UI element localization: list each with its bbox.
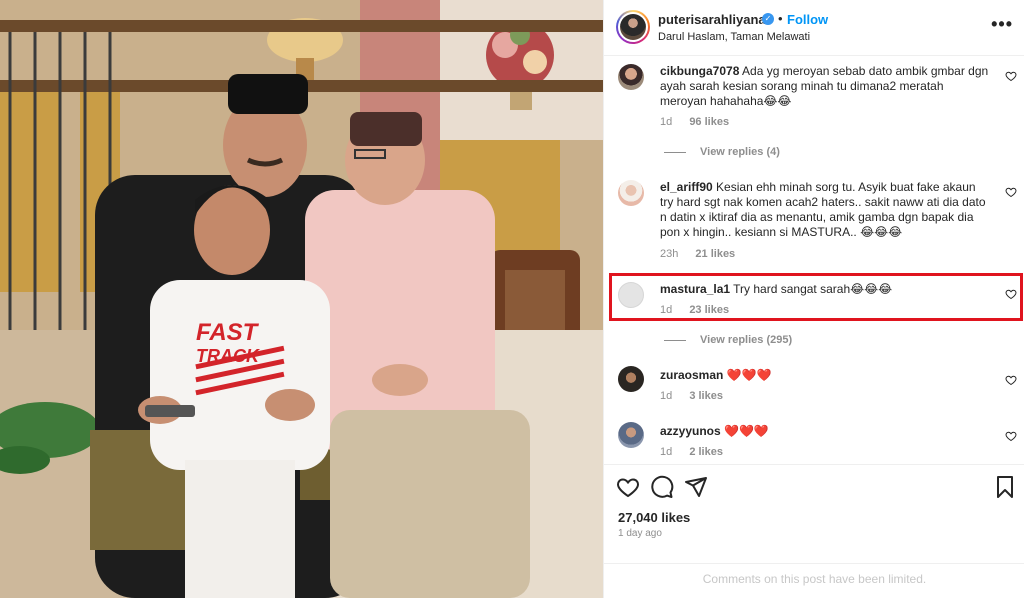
view-replies-button[interactable]: View replies (4) — [664, 146, 780, 158]
comment-like-heart-icon[interactable] — [1005, 186, 1017, 198]
comments-list[interactable]: cikbunga7078 Ada yg meroyan sebab dato a… — [604, 56, 1024, 464]
commenter-username[interactable]: el_ariff90 — [660, 180, 713, 194]
shirt-text-fast: FAST — [196, 319, 260, 346]
author-username[interactable]: puterisarahliyana — [658, 12, 766, 27]
comment-likes[interactable]: 2 likes — [689, 446, 723, 458]
highlight-annotation-box — [609, 273, 1023, 321]
comment-like-heart-icon[interactable] — [1005, 70, 1017, 82]
bookmark-icon[interactable] — [993, 475, 1017, 499]
comment-likes[interactable]: 21 likes — [695, 248, 735, 260]
post-likes-count[interactable]: 27,040 likes — [618, 510, 690, 525]
commenter-avatar[interactable] — [618, 366, 644, 392]
commenter-username[interactable]: azzyyunos — [660, 424, 721, 438]
view-replies-button[interactable]: View replies (295) — [664, 334, 792, 346]
verified-badge-icon: ✓ — [762, 13, 774, 25]
commenter-username[interactable]: zuraosman — [660, 368, 723, 382]
comment-like-heart-icon[interactable] — [1005, 374, 1017, 386]
comment-time: 23h — [660, 248, 679, 260]
shirt-text-track: TRACK — [196, 346, 261, 366]
comment-likes[interactable]: 96 likes — [689, 116, 729, 128]
comment-text: ❤️❤️❤️ — [724, 424, 769, 438]
comments-limited-notice: Comments on this post have been limited. — [604, 563, 1024, 598]
post-date: 1 day ago — [618, 528, 662, 539]
author-avatar[interactable] — [616, 10, 650, 44]
post-location[interactable]: Darul Haslam, Taman Melawati — [658, 31, 810, 43]
more-options-icon[interactable]: ••• — [991, 14, 1013, 35]
post-header: puterisarahliyana ✓ • Follow Darul Hasla… — [604, 0, 1024, 56]
separator-dot: • — [778, 11, 783, 26]
post-photo: FAST TRACK — [0, 0, 603, 598]
comment-icon[interactable] — [650, 475, 674, 499]
follow-button[interactable]: Follow — [787, 12, 828, 27]
comment-time: 1d — [660, 116, 673, 128]
comment-text: ❤️❤️❤️ — [726, 368, 772, 382]
comment-time: 1d — [660, 390, 673, 402]
photo-illustration: FAST TRACK — [0, 0, 603, 598]
comment-time: 1d — [660, 446, 673, 458]
commenter-username[interactable]: cikbunga7078 — [660, 64, 739, 78]
commenter-avatar[interactable] — [618, 422, 644, 448]
commenter-avatar[interactable] — [618, 180, 644, 206]
post-actions: 27,040 likes 1 day ago Comments on this … — [604, 464, 1024, 598]
comment-likes[interactable]: 3 likes — [689, 390, 723, 402]
like-heart-icon[interactable] — [616, 475, 640, 499]
share-icon[interactable] — [684, 475, 708, 499]
commenter-avatar[interactable] — [618, 64, 644, 90]
post-panel: puterisarahliyana ✓ • Follow Darul Hasla… — [603, 0, 1024, 598]
comment-like-heart-icon[interactable] — [1005, 430, 1017, 442]
